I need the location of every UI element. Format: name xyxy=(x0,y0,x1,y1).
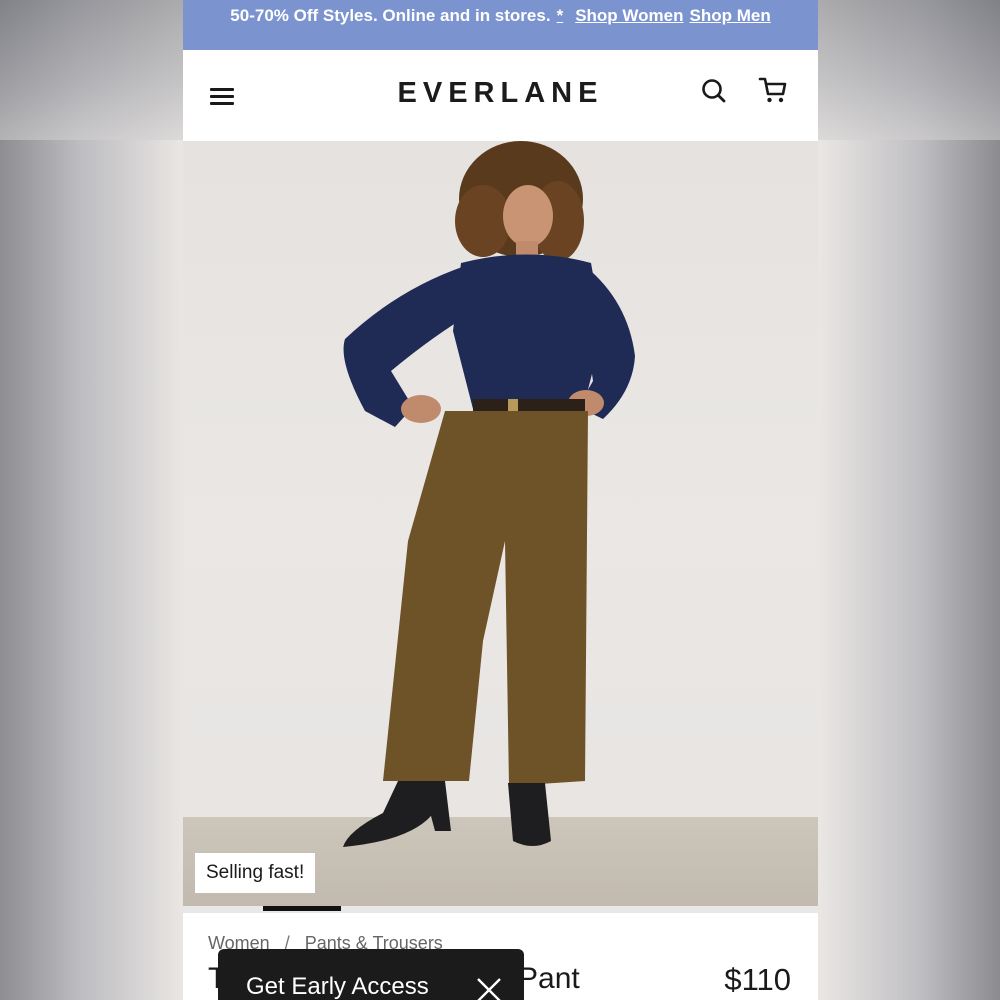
shop-women-link[interactable]: Shop Women xyxy=(575,6,683,26)
carousel-progress-indicator xyxy=(263,906,341,911)
site-header: EVERLANE xyxy=(183,50,818,141)
cart-icon[interactable] xyxy=(757,74,789,106)
promo-banner: 50-70% Off Styles. Online and in stores.… xyxy=(183,0,818,50)
promo-asterisk[interactable]: * xyxy=(557,6,564,26)
promo-text: 50-70% Off Styles. Online and in stores. xyxy=(230,6,551,25)
get-early-access-button[interactable]: Get Early Access xyxy=(246,973,429,1000)
mobile-page: 50-70% Off Styles. Online and in stores.… xyxy=(183,0,818,1000)
carousel-progress xyxy=(183,906,818,913)
product-title-end: Pant xyxy=(518,962,580,995)
product-price: $110 xyxy=(724,962,791,997)
close-icon[interactable] xyxy=(476,977,502,1000)
selling-fast-badge: Selling fast! xyxy=(195,853,316,893)
early-access-popup: Get Early Access xyxy=(218,949,524,1000)
search-icon[interactable] xyxy=(700,77,728,105)
model-figure xyxy=(343,141,635,847)
shop-men-link[interactable]: Shop Men xyxy=(689,6,770,26)
product-hero-image[interactable]: Selling fast! xyxy=(183,141,818,909)
